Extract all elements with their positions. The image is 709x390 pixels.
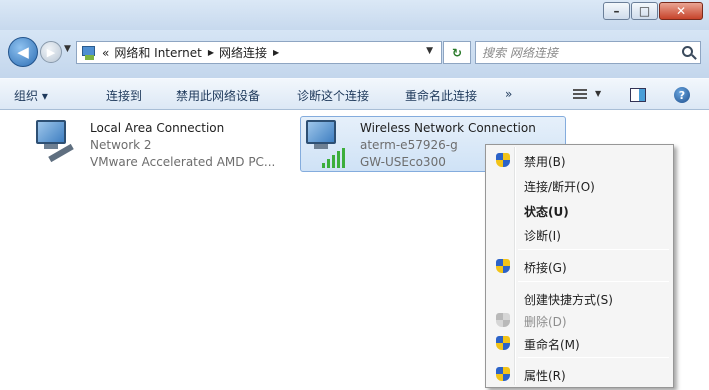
menu-item-status[interactable]: 状态(U) [488,199,671,221]
connection-name: Local Area Connection [90,121,225,135]
maximize-icon: □ [638,4,651,18]
more-commands-button[interactable]: » [505,87,512,101]
uac-shield-icon [496,259,510,274]
forward-arrow-icon: ▶ [46,45,56,59]
connect-to-button[interactable]: 连接到 [106,87,142,104]
menu-separator [518,357,669,358]
back-arrow-icon: ◀ [17,43,29,61]
caption-buttons: – □ ✕ [602,2,703,20]
menu-item-connect-disconnect[interactable]: 连接/断开(O) [488,174,671,196]
forward-button[interactable]: ▶ [40,41,62,63]
address-history-dropdown[interactable]: ▼ [426,46,433,56]
organize-menu[interactable]: 组织 ▾ [14,87,48,104]
menu-item-disable[interactable]: 禁用(B) [488,149,671,171]
signal-strength-icon [322,148,346,168]
breadcrumb-network-internet[interactable]: 网络和 Internet [114,44,201,61]
menu-item-label: 状态(U) [524,205,569,219]
menu-item-delete: 删除(D) [488,309,671,331]
navigation-bar: ◀ ▶ ▼ « 网络和 Internet ▶ 网络连接 ▶ ▼ ↻ [0,30,709,78]
menu-item-label: 桥接(G) [524,261,567,275]
menu-item-rename[interactable]: 重命名(M) [488,332,671,354]
preview-pane-icon[interactable] [630,88,646,102]
breadcrumb-separator-icon[interactable]: ▶ [273,48,279,57]
connection-adapter: VMware Accelerated AMD PC... [90,155,276,169]
search-icon[interactable] [682,46,693,57]
search-input[interactable] [482,44,672,61]
context-menu: 禁用(B) 连接/断开(O) 状态(U) 诊断(I) 桥接(G) 创建快捷方式(… [485,144,674,388]
network-folder-icon [81,45,97,60]
rename-button[interactable]: 重命名此连接 [405,87,477,104]
minimize-icon: – [613,4,620,18]
refresh-icon: ↻ [451,45,463,60]
command-bar: 组织 ▾ 连接到 禁用此网络设备 诊断这个连接 重命名此连接 » ▼ ? [0,78,709,110]
close-button[interactable]: ✕ [659,2,703,20]
menu-item-create-shortcut[interactable]: 创建快捷方式(S) [488,287,671,309]
uac-shield-icon [496,153,510,168]
minimize-button[interactable]: – [603,2,630,20]
menu-item-label: 创建快捷方式(S) [524,293,613,307]
menu-item-label: 重命名(M) [524,338,580,352]
wireless-connection-icon [304,120,348,168]
menu-item-properties[interactable]: 属性(R) [488,363,671,385]
back-button[interactable]: ◀ [8,37,38,67]
search-box [475,41,701,64]
ethernet-connection-icon [34,120,78,168]
refresh-button[interactable]: ↻ [443,41,471,64]
maximize-button[interactable]: □ [631,2,658,20]
address-bar[interactable]: « 网络和 Internet ▶ 网络连接 ▶ ▼ [76,41,442,64]
title-bar: – □ ✕ [0,0,709,30]
uac-shield-icon [496,367,510,382]
menu-separator [518,249,669,250]
disable-device-button[interactable]: 禁用此网络设备 [176,87,260,104]
breadcrumb-overflow[interactable]: « [102,46,109,60]
breadcrumb-network-connections[interactable]: 网络连接 [219,44,267,61]
menu-item-label: 属性(R) [524,369,566,383]
menu-item-label: 删除(D) [524,315,567,329]
menu-item-diagnose[interactable]: 诊断(I) [488,223,671,245]
menu-separator [518,281,669,282]
menu-item-label: 禁用(B) [524,155,566,169]
uac-shield-icon [496,313,510,328]
menu-item-bridge[interactable]: 桥接(G) [488,255,671,277]
close-icon: ✕ [675,4,687,18]
uac-shield-icon [496,336,510,351]
help-icon[interactable]: ? [674,87,690,103]
change-view-icon[interactable] [573,88,587,101]
connection-network: Network 2 [90,138,152,152]
menu-item-label: 连接/断开(O) [524,180,595,194]
diagnose-button[interactable]: 诊断这个连接 [297,87,369,104]
view-options-dropdown[interactable]: ▼ [595,89,601,98]
connection-name: Wireless Network Connection [360,121,536,135]
recent-pages-dropdown[interactable]: ▼ [64,44,71,54]
breadcrumb-separator-icon[interactable]: ▶ [208,48,214,57]
menu-item-label: 诊断(I) [524,229,561,243]
connection-item-local-area[interactable]: Local Area Connection Network 2 VMware A… [34,120,294,176]
